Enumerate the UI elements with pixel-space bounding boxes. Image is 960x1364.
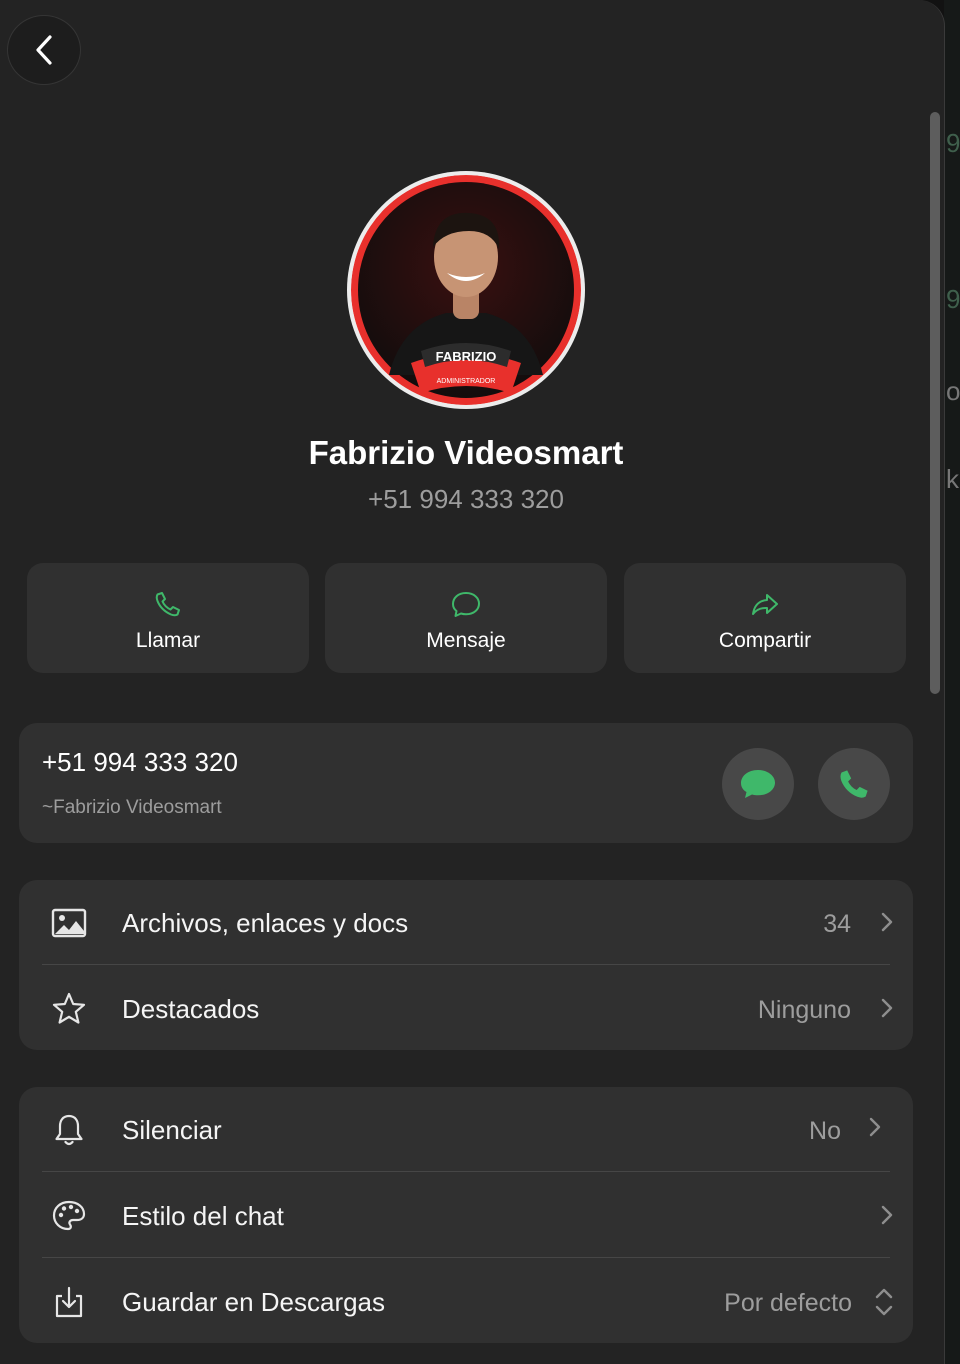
settings-section: Silenciar No Estilo del chat Guardar en … — [19, 1087, 913, 1343]
mute-row[interactable]: Silenciar No — [19, 1087, 913, 1172]
divider — [42, 1257, 890, 1258]
download-icon — [55, 1286, 83, 1318]
share-button-label: Compartir — [718, 629, 812, 652]
star-icon — [52, 992, 86, 1024]
up-down-chevron-icon[interactable] — [874, 1286, 894, 1318]
back-button[interactable] — [7, 15, 81, 85]
message-button[interactable]: Mensaje — [325, 563, 607, 673]
message-button-label: Mensaje — [426, 629, 506, 652]
files-count: 34 — [823, 910, 851, 938]
image-icon — [51, 908, 87, 938]
share-icon — [752, 594, 778, 615]
chevron-right-icon — [881, 998, 893, 1018]
avatar-role-text: ADMINISTRADOR — [437, 378, 496, 385]
divider — [42, 1171, 890, 1172]
share-button[interactable]: Compartir — [624, 563, 906, 673]
media-section: Archivos, enlaces y docs 34 Destacados N… — [19, 880, 913, 1050]
phone-icon — [155, 592, 180, 617]
mute-value: No — [809, 1117, 841, 1145]
divider — [42, 964, 890, 965]
starred-row[interactable]: Destacados Ninguno — [19, 966, 913, 1051]
files-links-docs-label: Archivos, enlaces y docs — [122, 908, 409, 938]
voice-call-button[interactable] — [818, 748, 890, 820]
call-button-label: Llamar — [135, 629, 201, 652]
starred-label: Destacados — [122, 994, 260, 1024]
contact-info-panel: FABRIZIO ADMINISTRADOR Fabrizio Videosma… — [0, 0, 945, 1364]
scrollbar-thumb[interactable] — [930, 112, 940, 694]
chat-style-row[interactable]: Estilo del chat — [19, 1173, 913, 1258]
phone-number-card: +51 994 333 320 ~Fabrizio Videosmart — [19, 723, 913, 843]
contact-name: Fabrizio Videosmart — [308, 434, 624, 471]
mute-label: Silenciar — [122, 1115, 222, 1145]
scrollbar[interactable] — [926, 108, 944, 1348]
bell-icon — [55, 1114, 83, 1146]
chevron-right-icon — [881, 1205, 893, 1225]
avatar-badge-text: FABRIZIO — [436, 349, 497, 364]
save-to-downloads-row[interactable]: Guardar en Descargas Por defecto — [19, 1259, 913, 1344]
chat-bubble-button[interactable] — [722, 748, 794, 820]
save-to-downloads-value[interactable]: Por defecto — [724, 1289, 852, 1318]
files-links-docs-row[interactable]: Archivos, enlaces y docs 34 — [19, 880, 913, 965]
chevron-right-icon — [869, 1117, 881, 1137]
chevron-right-icon — [881, 912, 893, 932]
contact-alias: ~Fabrizio Videosmart — [42, 797, 222, 818]
chat-style-label: Estilo del chat — [122, 1201, 284, 1231]
background-chat-edge: 92 96 or k — [944, 0, 960, 1364]
contact-phone: +51 994 333 320 — [368, 484, 564, 514]
avatar[interactable]: FABRIZIO ADMINISTRADOR — [347, 171, 585, 409]
chat-bubble-icon — [741, 770, 775, 798]
profile-photo: FABRIZIO ADMINISTRADOR — [351, 175, 581, 405]
phone-number[interactable]: +51 994 333 320 — [42, 747, 238, 778]
save-to-downloads-label: Guardar en Descargas — [122, 1287, 386, 1317]
starred-value: Ninguno — [757, 996, 851, 1024]
message-icon — [452, 592, 480, 617]
call-button[interactable]: Llamar — [27, 563, 309, 673]
phone-filled-icon — [840, 770, 868, 798]
chevron-left-icon — [36, 35, 52, 65]
palette-icon — [52, 1200, 86, 1231]
